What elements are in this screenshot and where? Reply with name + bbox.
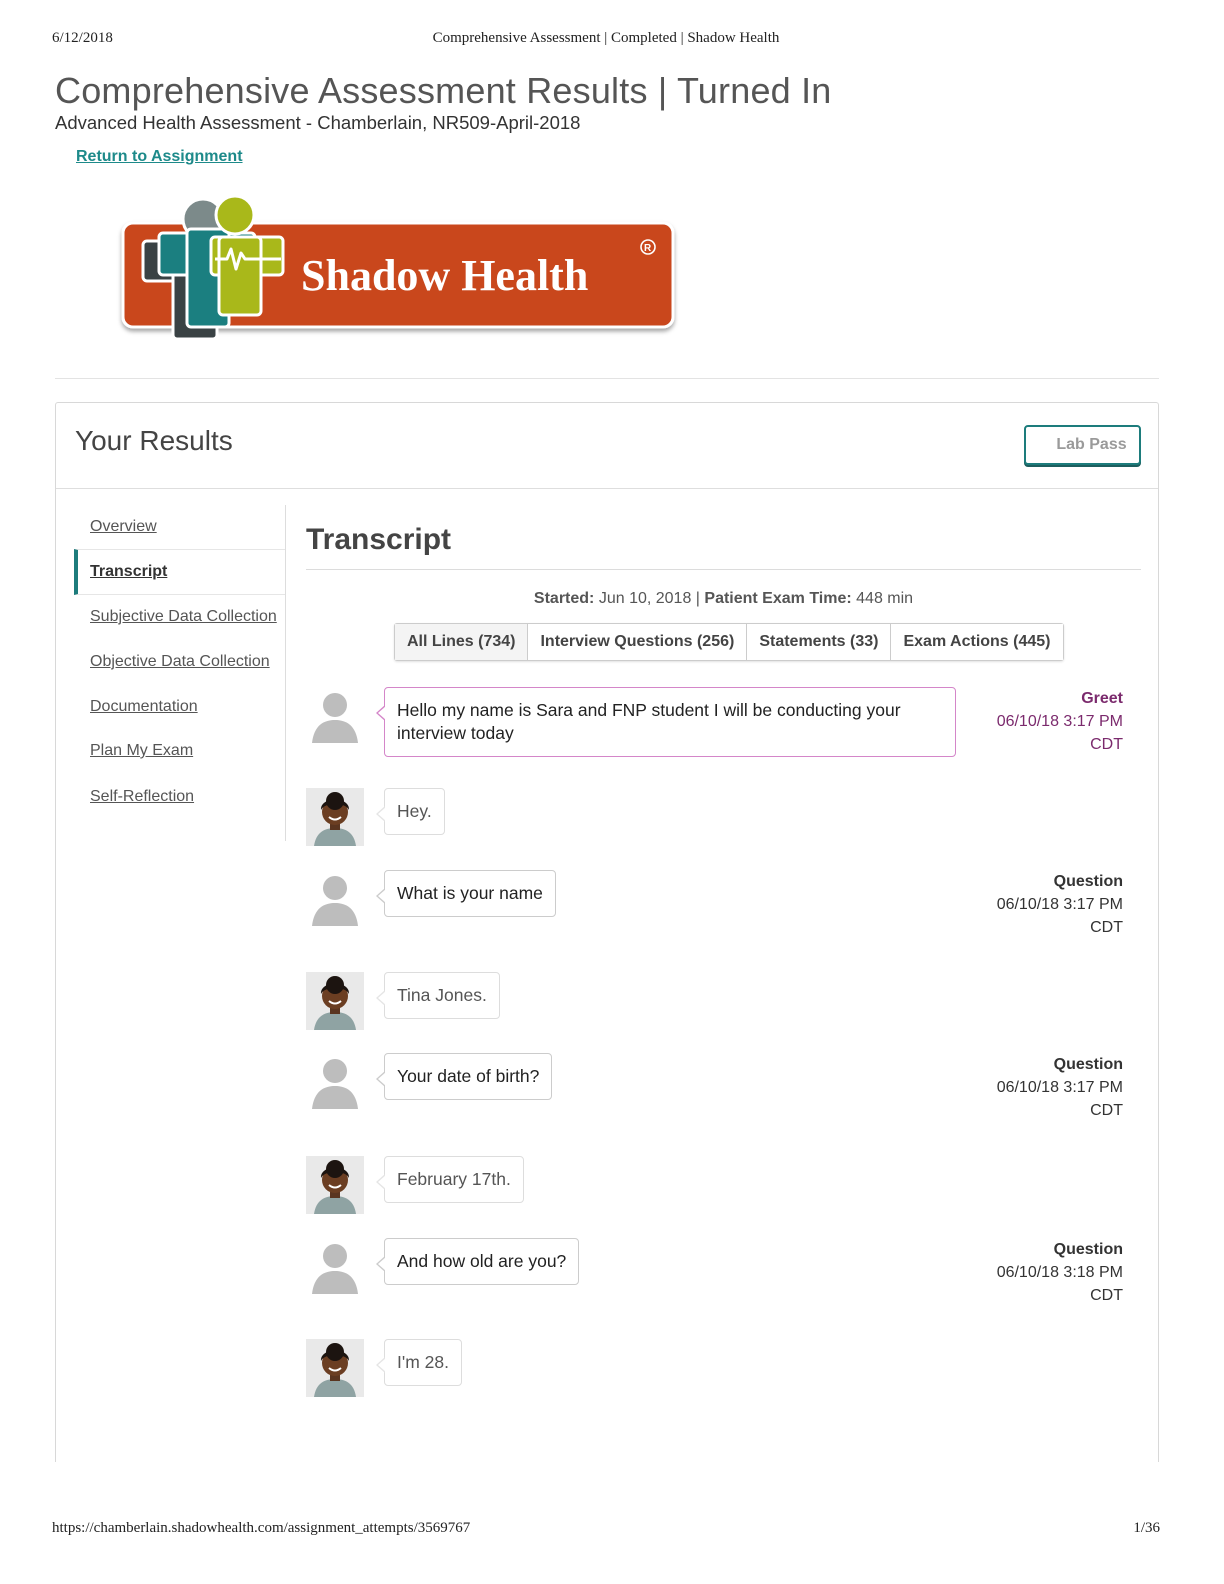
message-timezone: CDT [1090,736,1123,753]
message-bubble: And how old are you? [375,1238,580,1285]
message-bubble: Hello my name is Sara and FNP student I … [376,687,956,757]
transcript-line: Your date of birth? Question 06/10/18 3:… [306,1053,1141,1127]
exam-time-value: 448 min [851,590,914,607]
tab-statements[interactable]: Statements (33) [747,624,892,660]
print-page-number: 1/36 [1133,1520,1160,1536]
your-results-title: Your Results [75,425,233,456]
message-bubble: Tina Jones. [376,972,500,1019]
results-card-header: Your Results Lab Pass [56,403,1158,489]
tab-exam-actions[interactable]: Exam Actions (445) [891,624,1063,660]
tab-interview-questions[interactable]: Interview Questions (256) [528,624,748,660]
transcript-line: And how old are you? Question 06/10/18 3… [306,1238,1141,1312]
message-meta: Greet 06/10/18 3:17 PM CDT [997,687,1123,756]
started-value: Jun 10, 2018 | [594,590,705,607]
nav-item-subjective-data-collection[interactable]: Subjective Data Collection [74,595,285,639]
transcript-line: I'm 28. [306,1339,1141,1397]
message-type: Greet [1081,690,1123,707]
transcript-divider [306,569,1141,570]
print-doc-title: Comprehensive Assessment | Completed | S… [432,30,780,46]
transcript-filter-tabs: All Lines (734) Interview Questions (256… [394,623,1064,661]
message-timezone: CDT [1090,1287,1123,1304]
page-subtitle: Advanced Health Assessment - Chamberlain… [55,112,581,133]
transcript-line: February 17th. [306,1156,1141,1214]
nav-item-self-reflection[interactable]: Self-Reflection [74,775,285,819]
message-meta: Question 06/10/18 3:18 PM CDT [997,1238,1123,1307]
student-avatar-icon [306,1238,364,1296]
message-type: Question [1053,1056,1123,1073]
message-timezone: CDT [1090,1102,1123,1119]
message-date: 06/10/18 3:17 PM [996,896,1123,913]
message-date: 06/10/18 3:17 PM [996,1079,1123,1096]
logo-text: Shadow Health [301,251,588,300]
message-bubble: Hey. [376,788,445,835]
message-bubble: February 17th. [376,1156,524,1203]
transcript-line: Tina Jones. [306,972,1141,1030]
tab-all-lines[interactable]: All Lines (734) [395,624,529,660]
message-date: 06/10/18 3:18 PM [996,1264,1123,1281]
page-title: Comprehensive Assessment Results | Turne… [55,70,832,111]
started-label: Started: [533,590,595,607]
transcript-line: What is your name Question 06/10/18 3:17… [306,870,1141,944]
message-bubble: I'm 28. [376,1339,462,1386]
message-meta: Question 06/10/18 3:17 PM CDT [997,870,1123,939]
shadow-health-logo: Shadow Health R [115,194,685,350]
message-meta: Question 06/10/18 3:17 PM CDT [997,1053,1123,1122]
transcript-line: Hey. [306,788,1141,846]
message-date: 06/10/18 3:17 PM [996,713,1123,730]
transcript-title: Transcript [306,523,452,556]
print-url: https://chamberlain.shadowhealth.com/ass… [52,1520,471,1536]
exam-time-label: Patient Exam Time: [704,590,852,607]
message-type: Question [1053,873,1123,890]
return-to-assignment-link[interactable]: Return to Assignment [76,148,243,166]
transcript-line: Hello my name is Sara and FNP student I … [306,687,1141,761]
message-bubble: What is your name [376,870,556,917]
nav-item-transcript[interactable]: Transcript [74,549,285,595]
nav-item-objective-data-collection[interactable]: Objective Data Collection [74,640,285,684]
svg-text:R: R [644,243,652,254]
patient-avatar-icon [306,972,364,1030]
nav-item-overview[interactable]: Overview [74,505,285,549]
divider [55,378,1159,379]
nav-item-plan-my-exam[interactable]: Plan My Exam [74,729,285,773]
message-timezone: CDT [1090,919,1123,936]
print-header: 6/12/2018 Comprehensive Assessment | Com… [52,30,1160,50]
patient-avatar-icon [306,788,364,846]
message-type: Question [1053,1241,1123,1258]
message-bubble: Your date of birth? [375,1053,553,1100]
student-avatar-icon [306,1053,364,1111]
patient-avatar-icon [306,1156,364,1214]
student-avatar-icon [306,870,364,928]
exam-started-info: Started: Jun 10, 2018 | Patient Exam Tim… [306,590,1141,608]
results-side-nav: Overview Transcript Subjective Data Coll… [74,505,286,841]
print-footer: https://chamberlain.shadowhealth.com/ass… [52,1520,1160,1540]
nav-item-documentation[interactable]: Documentation [74,685,285,729]
patient-avatar-icon [306,1339,364,1397]
lab-pass-button[interactable]: Lab Pass [1024,425,1141,465]
student-avatar-icon [306,687,364,745]
results-card: Your Results Lab Pass Overview Transcrip… [55,402,1159,1462]
